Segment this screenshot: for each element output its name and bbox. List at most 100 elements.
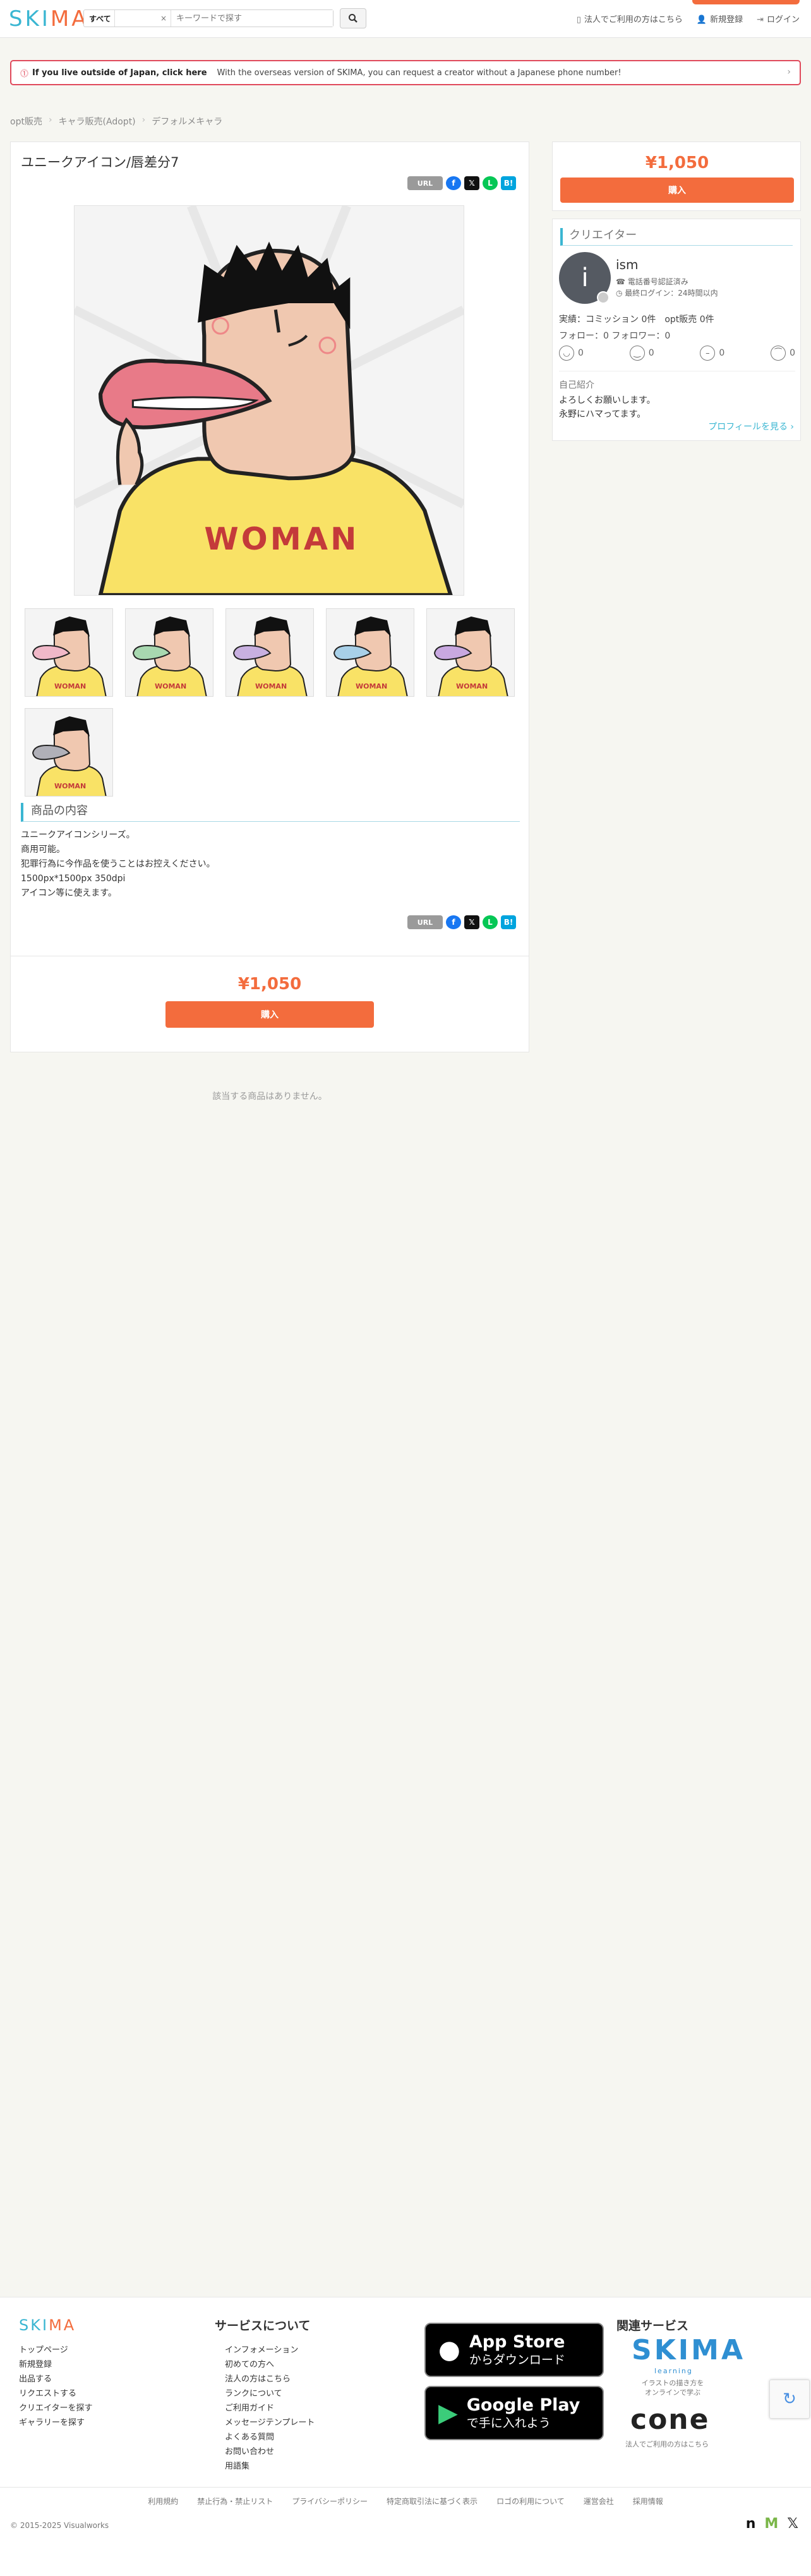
- footer-link[interactable]: ご利用ガイド: [225, 2401, 315, 2416]
- smile-big-icon: ◡: [559, 346, 574, 361]
- creator-name[interactable]: ism: [616, 257, 638, 272]
- description-line: 商用可能。: [21, 845, 65, 855]
- thumbnail-shirt-text: WOMAN: [255, 682, 287, 690]
- breadcrumb-item[interactable]: opt販売: [10, 115, 42, 128]
- share-facebook-button[interactable]: f: [446, 915, 461, 929]
- share-url-button[interactable]: URL: [407, 176, 443, 190]
- footer-link[interactable]: トップページ: [19, 2343, 92, 2357]
- footer-logo[interactable]: SKIMA: [19, 2316, 76, 2334]
- app-store-button[interactable]: ● App Store からダウンロード: [424, 2323, 604, 2377]
- footer-legal-link[interactable]: 採用情報: [633, 2496, 663, 2507]
- breadcrumb: opt販売 › キャラ販売(Adopt) › デフォルメキャラ: [10, 115, 222, 128]
- thumbnail[interactable]: WOMAN: [25, 708, 113, 797]
- x-icon[interactable]: 𝕏: [787, 2516, 798, 2532]
- product-main-image[interactable]: WOMAN: [74, 205, 464, 596]
- footer-link[interactable]: インフォメーション: [225, 2343, 315, 2357]
- footer-link[interactable]: 新規登録: [19, 2357, 92, 2372]
- footer-link[interactable]: メッセージテンプレート: [225, 2416, 315, 2430]
- smile-icon: ‿: [629, 346, 645, 361]
- buy-button[interactable]: 購入: [165, 1001, 374, 1028]
- creator-stats: 実績：コミッション 0件 opt販売 0件: [559, 315, 714, 325]
- search-category-select[interactable]: ×: [114, 10, 171, 27]
- product-title: ユニークアイコン/唇差分7: [21, 155, 179, 170]
- share-line-button[interactable]: L: [483, 176, 498, 190]
- side-price: ¥1,050: [645, 153, 709, 172]
- building-icon: ▯: [576, 15, 581, 25]
- view-profile-link[interactable]: プロフィールを見る ›: [708, 420, 794, 433]
- thumbnail[interactable]: WOMAN: [125, 608, 213, 697]
- footer-link[interactable]: 初めての方へ: [225, 2357, 315, 2372]
- verified-status: ☎ 電話番号認証済み: [616, 277, 688, 286]
- share-url-button[interactable]: URL: [407, 915, 443, 929]
- search-input[interactable]: [171, 10, 333, 27]
- footer-link[interactable]: お問い合わせ: [225, 2445, 315, 2459]
- rating-good: ‿ 0: [629, 346, 654, 361]
- header-accent-tab[interactable]: [692, 0, 800, 4]
- share-hatena-button[interactable]: B!: [501, 915, 516, 929]
- share-hatena-button[interactable]: B!: [501, 176, 516, 190]
- note-icon[interactable]: n: [746, 2516, 756, 2532]
- description-line: ユニークアイコンシリーズ。: [21, 830, 135, 840]
- recaptcha-badge[interactable]: ↻: [769, 2380, 810, 2419]
- footer-legal-link[interactable]: 利用規約: [148, 2496, 178, 2507]
- description-line: アイコン等に使えます。: [21, 888, 117, 898]
- breadcrumb-separator: ›: [141, 115, 146, 125]
- thumbnail-shirt-text: WOMAN: [356, 682, 387, 690]
- breadcrumb-item[interactable]: キャラ販売(Adopt): [59, 115, 136, 128]
- skima-logo[interactable]: SKIMA: [9, 6, 89, 32]
- chevron-right-icon: ›: [787, 67, 791, 77]
- intro-line: 永野にハマってます。: [559, 409, 646, 419]
- info-icon: ⓵: [20, 69, 29, 79]
- corporate-link[interactable]: ▯ 法人でご利用の方はこちら: [577, 13, 683, 25]
- creator-heading: クリエイター: [560, 228, 793, 246]
- cone-description: 法人でご利用の方はこちら: [625, 2440, 709, 2448]
- search-bar: すべて ×: [83, 9, 333, 27]
- overseas-notice[interactable]: ⓵ If you live outside of Japan, click he…: [10, 60, 801, 85]
- learning-description: イラストの描き方を オンラインで学ぶ: [641, 2379, 704, 2397]
- manga-icon[interactable]: M: [764, 2516, 778, 2532]
- login-icon: ⇥: [757, 15, 764, 25]
- footer-link[interactable]: 法人の方はこちら: [225, 2372, 315, 2386]
- site-footer: SKIMA トップページ 新規登録 出品する リクエストする クリエイターを探す…: [0, 2297, 811, 2576]
- search-category[interactable]: すべて: [84, 13, 114, 24]
- footer-link[interactable]: 出品する: [19, 2372, 92, 2386]
- footer-link[interactable]: ランクについて: [225, 2386, 315, 2401]
- site-header: SKIMA すべて × ▯法人でご利用の方はこちら 👤新規登録 ⇥ログイン: [0, 0, 811, 38]
- product-card: ユニークアイコン/唇差分7 URL f 𝕏 L B! WOMAN WOMAN W…: [10, 141, 529, 1052]
- footer-legal-link[interactable]: プライバシーポリシー: [292, 2496, 368, 2507]
- thumbnail[interactable]: WOMAN: [326, 608, 414, 697]
- thumbnail[interactable]: WOMAN: [225, 608, 314, 697]
- side-buy-button[interactable]: 購入: [560, 178, 794, 203]
- signup-link[interactable]: 👤 新規登録: [697, 13, 743, 25]
- recaptcha-icon: ↻: [783, 2390, 796, 2409]
- breadcrumb-item[interactable]: デフォルメキャラ: [152, 115, 222, 128]
- skima-learning-logo[interactable]: SKIMA: [632, 2334, 745, 2366]
- footer-link[interactable]: よくある質問: [225, 2430, 315, 2445]
- footer-legal-link[interactable]: 運営会社: [584, 2496, 614, 2507]
- footer-link[interactable]: ギャラリーを探す: [19, 2416, 92, 2430]
- thumbnail[interactable]: WOMAN: [25, 608, 113, 697]
- footer-link[interactable]: 用語集: [225, 2459, 315, 2474]
- services-heading: サービスについて: [215, 2319, 311, 2333]
- search-button[interactable]: [340, 8, 366, 28]
- footer-legal-link[interactable]: ロゴの利用について: [496, 2496, 565, 2507]
- breadcrumb-separator: ›: [48, 115, 52, 125]
- last-login: ◷ 最終ログイン：24時間以内: [616, 289, 718, 298]
- google-play-button[interactable]: ▶ Google Play で手に入れよう: [424, 2386, 604, 2440]
- footer-legal-link[interactable]: 特定商取引法に基づく表示: [387, 2496, 478, 2507]
- cone-logo[interactable]: cone: [630, 2404, 709, 2436]
- share-x-button[interactable]: 𝕏: [464, 915, 479, 929]
- share-line-button[interactable]: L: [483, 915, 498, 929]
- footer-link[interactable]: リクエストする: [19, 2386, 92, 2401]
- share-facebook-button[interactable]: f: [446, 176, 461, 190]
- share-x-button[interactable]: 𝕏: [464, 176, 479, 190]
- product-description: ユニークアイコンシリーズ。 商用可能。 犯罪行為に今作品を使うことはお控えくださ…: [21, 828, 215, 901]
- notice-bold: If you live outside of Japan, click here: [32, 68, 207, 78]
- copyright: © 2015-2025 Visualworks: [10, 2521, 109, 2530]
- login-link[interactable]: ⇥ ログイン: [757, 13, 800, 25]
- footer-link[interactable]: クリエイターを探す: [19, 2401, 92, 2416]
- divider: [0, 2487, 811, 2488]
- share-buttons-bottom: URL f 𝕏 L B!: [407, 915, 516, 929]
- footer-legal-link[interactable]: 禁止行為・禁止リスト: [197, 2496, 273, 2507]
- thumbnail[interactable]: WOMAN: [426, 608, 515, 697]
